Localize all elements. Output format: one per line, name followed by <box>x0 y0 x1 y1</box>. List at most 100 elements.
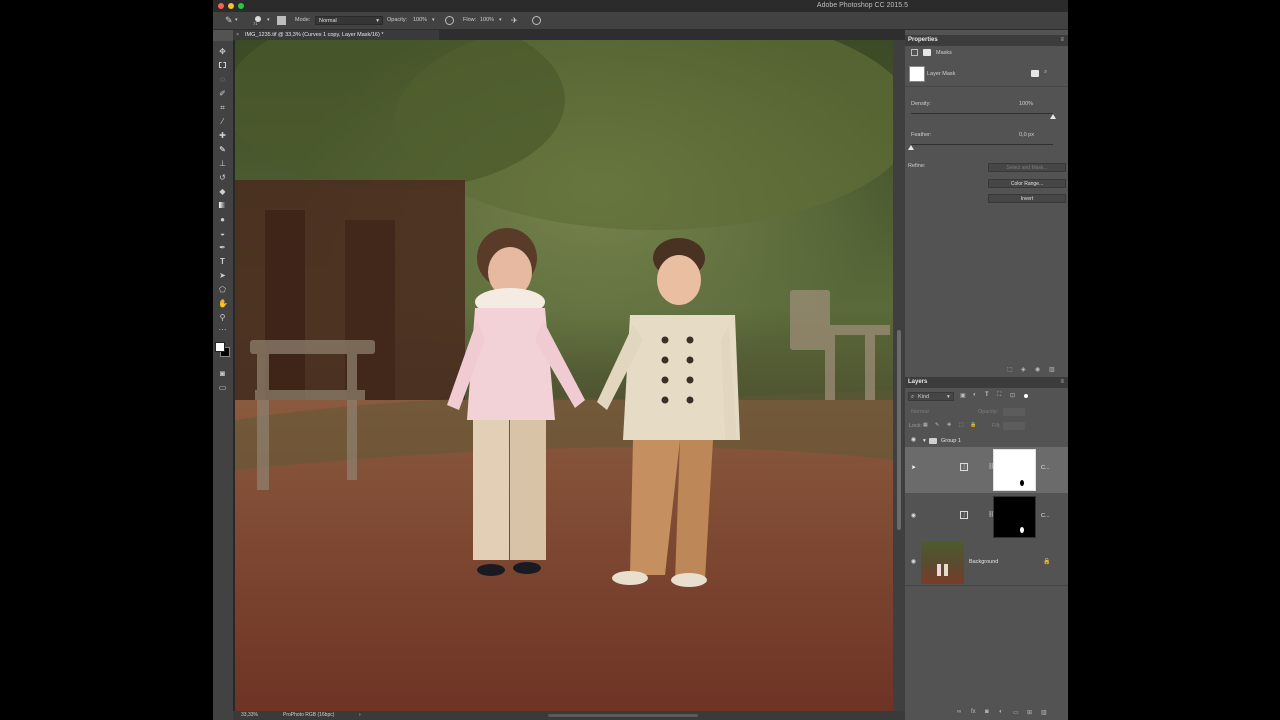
eraser-tool-icon[interactable]: ◆ <box>218 187 227 196</box>
new-group-icon[interactable]: ▭ <box>1013 709 1019 716</box>
pressure-size-icon[interactable] <box>532 16 541 25</box>
new-layer-icon[interactable]: ⊞ <box>1027 709 1032 716</box>
history-brush-tool-icon[interactable]: ↺ <box>218 173 227 182</box>
filter-shape-icon[interactable]: ⛶ <box>997 392 1001 399</box>
lock-all-icon[interactable]: 🔒 <box>970 422 976 428</box>
new-adjustment-icon[interactable]: ◐ <box>999 709 1003 715</box>
marquee-tool-icon[interactable] <box>218 61 227 70</box>
visibility-icon[interactable]: ◉ <box>1035 366 1040 373</box>
density-slider-handle[interactable] <box>1050 114 1056 119</box>
cursor-pointer-icon: ➤ <box>911 465 917 471</box>
filter-toggle-icon[interactable] <box>1024 394 1028 398</box>
pressure-opacity-icon[interactable] <box>445 16 454 25</box>
chevron-down-icon[interactable]: ▾ <box>923 438 926 444</box>
layers-panel-header[interactable]: Layers ≡ <box>905 377 1068 388</box>
more-tools-icon[interactable]: ··· <box>218 325 227 334</box>
layer-mask-thumbnail[interactable] <box>993 449 1036 491</box>
add-vector-mask-icon[interactable]: ⌕ <box>1044 69 1047 76</box>
filter-type-icon[interactable]: T <box>985 392 989 398</box>
curves-adjustment-icon: ∫ <box>960 511 968 519</box>
lock-image-icon[interactable]: ✎ <box>935 422 939 428</box>
brush-tool-icon[interactable]: ✎ <box>225 16 233 25</box>
brush-preset-picker[interactable]: 71 <box>251 16 265 26</box>
load-selection-icon[interactable]: ⬚ <box>1007 366 1013 373</box>
mask-icon[interactable] <box>923 49 931 56</box>
lock-artboard-icon[interactable]: ⬚ <box>959 422 964 428</box>
eyedropper-tool-icon[interactable]: ⁄ <box>218 117 227 126</box>
feather-value[interactable]: 0,0 px <box>1019 132 1034 138</box>
flow-value[interactable]: 100% <box>480 16 494 25</box>
filter-adjustment-icon[interactable]: ◐ <box>973 392 977 398</box>
opacity-value[interactable]: 100% <box>413 16 427 25</box>
foreground-color-swatch[interactable] <box>215 342 225 352</box>
document-tab[interactable]: × IMG_1235.tif @ 33,3% (Curves 1 copy, L… <box>233 30 439 40</box>
brush-panel-toggle-icon[interactable] <box>277 16 286 25</box>
invert-button[interactable]: Invert <box>988 194 1066 203</box>
scrollbar-thumb[interactable] <box>897 330 901 530</box>
clone-stamp-tool-icon[interactable]: ⊥ <box>218 159 227 168</box>
eye-icon[interactable]: ◉ <box>910 513 917 520</box>
trash-icon[interactable]: ▥ <box>1049 366 1055 373</box>
quick-selection-tool-icon[interactable]: ✐ <box>218 89 227 98</box>
chevron-down-icon[interactable]: ▾ <box>499 16 502 25</box>
hand-tool-icon[interactable]: ✋ <box>218 299 228 308</box>
dodge-tool-icon[interactable]: ◒ <box>218 229 227 238</box>
gradient-tool-icon[interactable] <box>218 201 227 210</box>
fill-field[interactable] <box>1003 422 1025 430</box>
color-range-button[interactable]: Color Range... <box>988 179 1066 188</box>
chevron-down-icon[interactable]: ▾ <box>235 16 238 25</box>
density-value[interactable]: 100% <box>1019 101 1033 107</box>
feather-slider[interactable] <box>911 144 1053 145</box>
blur-tool-icon[interactable]: ● <box>218 215 227 224</box>
blend-mode-select[interactable]: Normal <box>911 409 929 415</box>
chevron-down-icon[interactable]: ▾ <box>432 16 435 25</box>
document-image[interactable] <box>235 40 893 711</box>
close-icon[interactable]: × <box>236 30 239 40</box>
lock-icon[interactable]: 🔒 <box>1043 558 1050 565</box>
brush-tool-icon[interactable]: ✎ <box>218 145 227 154</box>
path-selection-tool-icon[interactable]: ➤ <box>218 271 227 280</box>
crop-tool-icon[interactable]: ⌗ <box>218 103 227 112</box>
mode-select[interactable]: Normal ▾ <box>315 16 383 25</box>
screen-mode-icon[interactable]: ▭ <box>218 383 227 392</box>
pen-tool-icon[interactable]: ✒ <box>218 243 227 252</box>
lasso-tool-icon[interactable]: ◌ <box>218 75 227 84</box>
trash-icon[interactable]: ▥ <box>1041 709 1047 716</box>
canvas-vertical-scrollbar[interactable] <box>893 40 905 711</box>
adjustment-properties-icon[interactable] <box>911 49 918 56</box>
horizontal-scrollbar[interactable] <box>548 714 698 717</box>
apply-mask-icon[interactable]: ◈ <box>1021 366 1026 373</box>
layer-row-curves-copy[interactable]: ➤ ∫ ⛓ C... <box>905 447 1068 494</box>
quick-mask-icon[interactable]: ◙ <box>218 369 227 378</box>
move-tool-icon[interactable]: ✥ <box>218 47 227 56</box>
lock-position-icon[interactable]: ✥ <box>947 422 951 428</box>
lock-transparent-icon[interactable]: ▦ <box>923 422 928 428</box>
layer-mask-thumbnail[interactable] <box>993 496 1036 538</box>
layer-row-curves[interactable]: ◉ ∫ ⛓ C... <box>905 493 1068 540</box>
healing-brush-tool-icon[interactable]: ✚ <box>218 131 227 140</box>
feather-slider-handle[interactable] <box>908 145 914 150</box>
density-slider[interactable] <box>911 113 1053 114</box>
panel-menu-icon[interactable]: ≡ <box>1060 377 1064 388</box>
chevron-right-icon[interactable]: › <box>359 711 361 720</box>
add-pixel-mask-icon[interactable] <box>1031 70 1039 77</box>
airbrush-icon[interactable]: ✈ <box>511 16 518 25</box>
filter-smart-object-icon[interactable]: ⊡ <box>1010 392 1015 399</box>
add-mask-icon[interactable]: ◙ <box>985 709 989 715</box>
zoom-tool-icon[interactable]: ⚲ <box>218 313 227 322</box>
panel-menu-icon[interactable]: ≡ <box>1060 35 1064 46</box>
type-tool-icon[interactable]: T <box>218 257 227 266</box>
zoom-level[interactable]: 33,33% <box>241 711 258 720</box>
filter-pixel-icon[interactable]: ▣ <box>960 392 966 399</box>
chevron-down-icon[interactable]: ▾ <box>267 16 270 25</box>
properties-panel-header[interactable]: Properties ≡ <box>905 35 1068 46</box>
shape-tool-icon[interactable]: ⬠ <box>218 285 227 294</box>
layer-filter-select[interactable]: ⌕ Kind ▾ <box>908 392 954 401</box>
link-layers-icon[interactable]: ∞ <box>957 709 961 715</box>
layer-row-background[interactable]: ◉ Background 🔒 <box>905 539 1068 586</box>
eye-icon[interactable]: ◉ <box>910 437 917 444</box>
layer-opacity-field[interactable] <box>1003 408 1025 416</box>
eye-icon[interactable]: ◉ <box>910 559 917 566</box>
layer-style-icon[interactable]: fx <box>971 709 976 715</box>
select-and-mask-button[interactable]: Select and Mask... <box>988 163 1066 172</box>
